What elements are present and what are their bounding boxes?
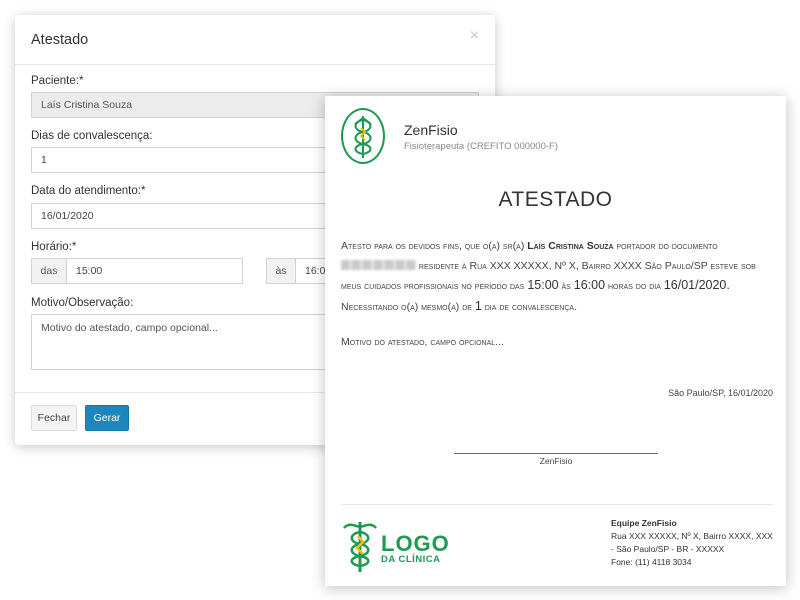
generate-button[interactable]: Gerar (85, 405, 129, 431)
footer-divider (341, 504, 773, 505)
document-motivo: Motivo do atestado, campo opcional... (341, 336, 504, 348)
document-title: ATESTADO (498, 188, 613, 211)
caduceus-icon (341, 518, 379, 574)
signature-name: ZenFisio (539, 456, 573, 466)
close-icon[interactable]: × (470, 28, 479, 44)
contact-title: Equipe ZenFisio (611, 518, 677, 528)
modal-title: Atestado (31, 32, 89, 48)
clinic-logo-subtext: DA CLÍNICA (381, 554, 441, 565)
certificate-document: ZenFisio Fisioterapeuta (CREFITO 000000-… (325, 96, 786, 586)
professional-registration: Fisioterapeuta (CREFITO 000000-F) (404, 141, 558, 152)
patient-name: Laís Cristina Souza (527, 240, 614, 252)
contact-address-line2: - São Paulo/SP - BR - XXXXX (611, 544, 725, 554)
professional-name: ZenFisio (404, 122, 458, 138)
time-from: 15:00 (527, 278, 559, 292)
motivo-label: Motivo/Observação: (31, 297, 134, 309)
modal-header: Atestado × (15, 15, 495, 65)
horario-from-addon: das (31, 258, 67, 284)
body-text: dia de convalescença. (484, 300, 577, 313)
contact-address-line1: Rua XXX XXXXX, Nº X, Bairro XXXX, XXX (611, 531, 773, 541)
service-date: 16/01/2020. (663, 278, 730, 292)
time-to: 16:00 (573, 278, 606, 292)
body-text: horas do dia (607, 280, 661, 292)
body-text: às (561, 280, 571, 292)
document-body: Atesto para os devidos fins, que o(a) sr… (341, 237, 773, 317)
horario-label: Horário:* (31, 241, 77, 253)
paciente-label: Paciente:* (31, 75, 84, 87)
body-text: portador do documento (616, 240, 718, 252)
body-text: Atesto para os devidos fins, que o(a) sr… (341, 240, 525, 252)
clinic-logo-text: LOGO (381, 531, 450, 556)
caduceus-icon (341, 108, 385, 164)
signature-line (454, 453, 658, 454)
horario-to-addon: às (266, 258, 296, 284)
place-date: São Paulo/SP, 16/01/2020 (668, 388, 773, 398)
contact-phone: Fone: (11) 4118 3034 (611, 557, 692, 567)
data-label: Data do atendimento:* (31, 185, 146, 197)
close-button[interactable]: Fechar (31, 405, 77, 431)
horario-from-field[interactable]: 15:00 (66, 258, 243, 284)
clinic-contact: Equipe ZenFisio Rua XXX XXXXX, Nº X, Bai… (611, 517, 773, 569)
convalescence-days: 1 (474, 298, 482, 313)
dias-label: Dias de convalescença: (31, 130, 153, 142)
body-text: Necessitando o(a) mesmo(a) de (341, 300, 472, 313)
redacted-document-number (341, 259, 416, 270)
